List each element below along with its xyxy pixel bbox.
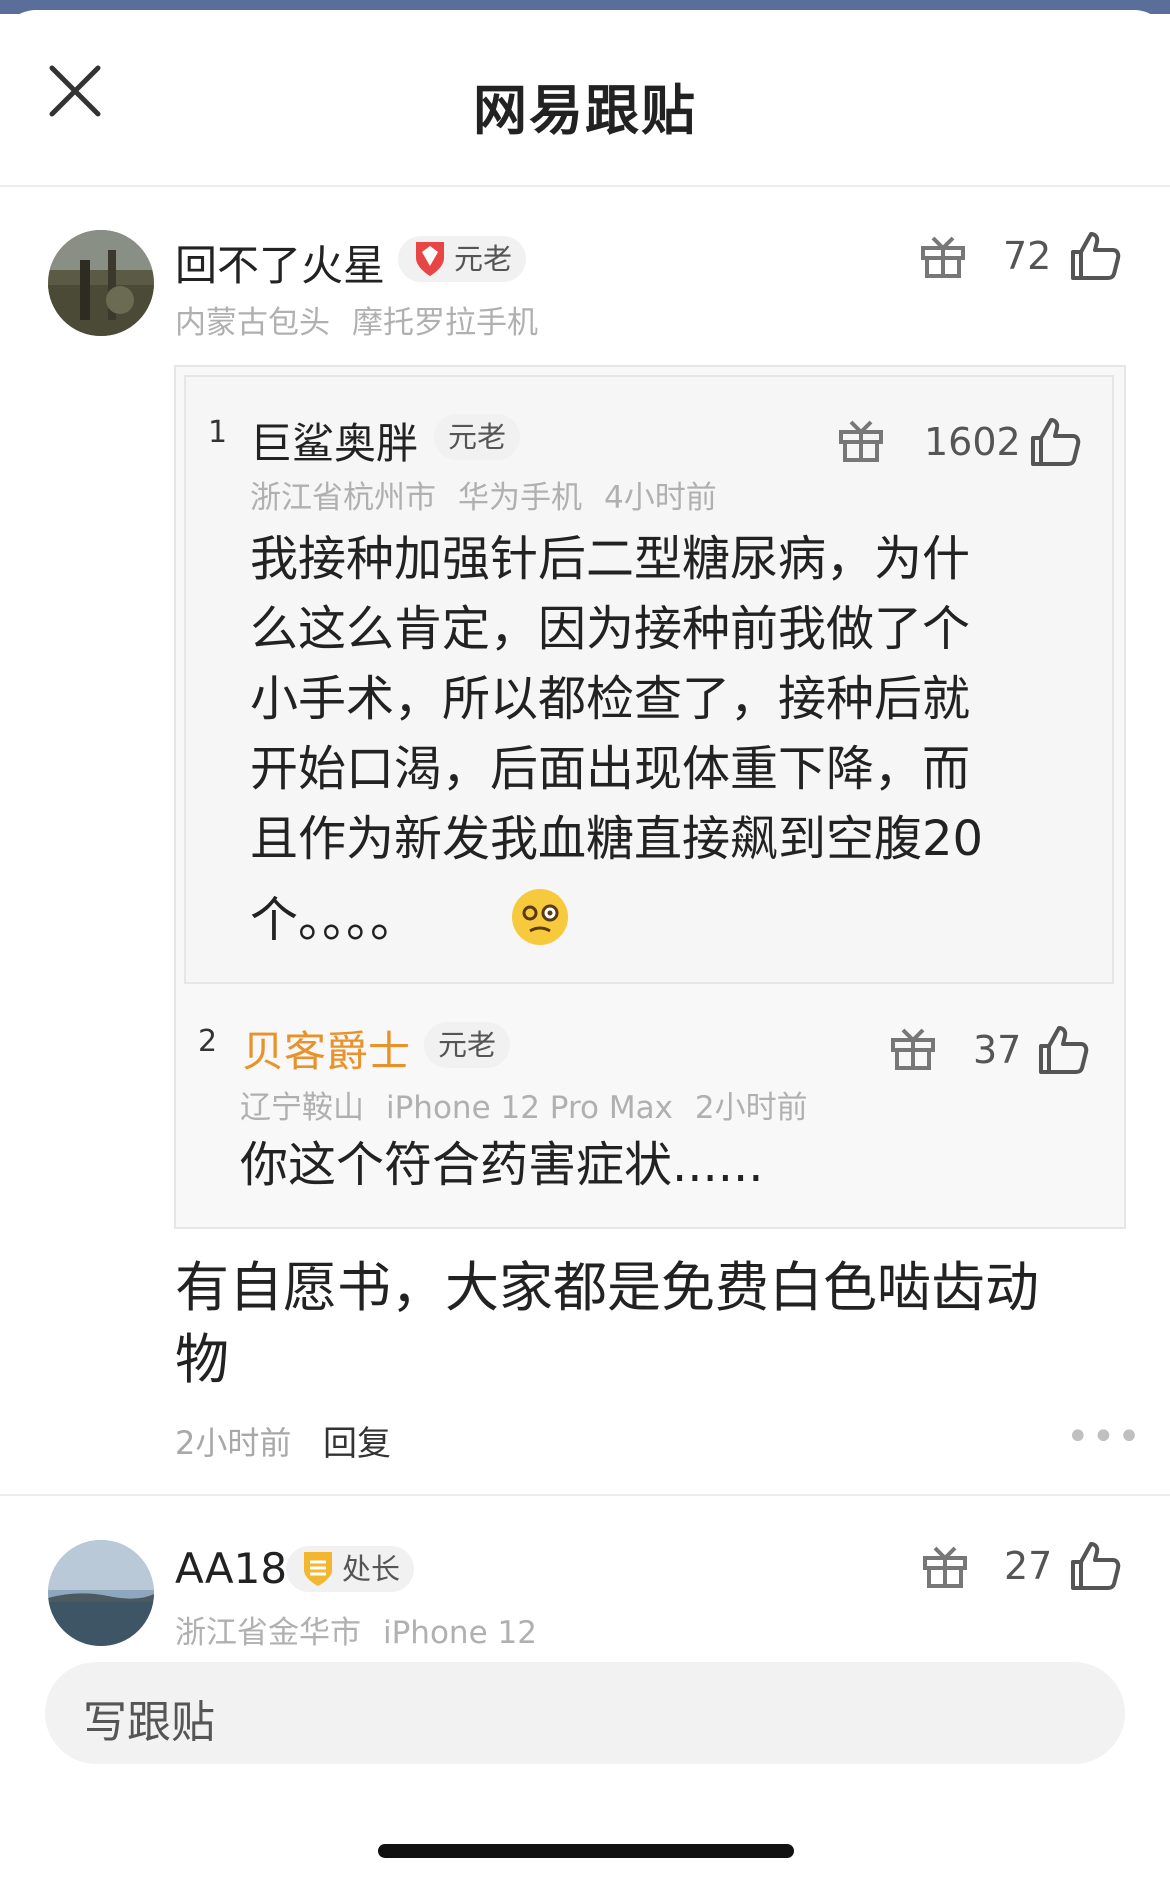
timestamp: 4小时前 bbox=[604, 480, 717, 516]
location: 内蒙古包头 bbox=[175, 305, 330, 341]
timestamp: 2小时前 bbox=[175, 1424, 292, 1462]
gift-icon[interactable] bbox=[920, 1542, 970, 1592]
like-count: 1602 bbox=[924, 420, 1021, 464]
text-line: 且作为新发我血糖直接飙到空腹20 bbox=[250, 811, 984, 867]
comment-text: 有自愿书，大家都是免费白色啮齿动 物 bbox=[175, 1252, 1095, 1396]
compose-placeholder: 写跟贴 bbox=[83, 1697, 215, 1748]
text-line: 个。。。。 bbox=[250, 892, 419, 948]
timestamp: 2小时前 bbox=[694, 1090, 808, 1126]
text-line: 我接种加强针后二型糖尿病，为什 bbox=[250, 531, 971, 587]
gift-icon[interactable] bbox=[836, 416, 886, 466]
device: iPhone 12 Pro Max bbox=[386, 1090, 673, 1126]
user-badge: 元老 bbox=[424, 1022, 511, 1068]
dizzy-face-emoji bbox=[512, 889, 568, 945]
shield-badge-icon bbox=[416, 242, 444, 276]
text-line: 开始口渴，后面出现体重下降，而 bbox=[250, 741, 971, 797]
username[interactable]: 回不了火星 bbox=[175, 232, 385, 293]
avatar[interactable] bbox=[48, 230, 154, 336]
floor-number: 2 bbox=[198, 1024, 218, 1059]
user-meta: 浙江省金华市 iPhone 12 bbox=[175, 1607, 559, 1652]
like-count: 72 bbox=[1003, 234, 1052, 278]
compose-input[interactable]: 写跟贴 bbox=[45, 1662, 1125, 1764]
location: 浙江省金华市 bbox=[175, 1615, 361, 1651]
floor-number: 1 bbox=[208, 415, 228, 450]
thumbs-up-icon[interactable] bbox=[1067, 228, 1123, 284]
thumbs-up-icon[interactable] bbox=[1067, 1538, 1123, 1594]
location: 辽宁鞍山 bbox=[240, 1090, 364, 1126]
user-badge: 处长 bbox=[286, 1546, 415, 1592]
text-line: 物 bbox=[175, 1328, 229, 1391]
avatar[interactable] bbox=[48, 1540, 154, 1646]
rank-badge-icon bbox=[304, 1552, 332, 1586]
quote-text: 你这个符合药害症状...... bbox=[240, 1137, 764, 1193]
username[interactable]: AA18 bbox=[175, 1544, 287, 1593]
badge-label: 元老 bbox=[454, 242, 513, 276]
thumbs-up-icon[interactable] bbox=[1035, 1022, 1091, 1078]
text-line: 有自愿书，大家都是免费白色啮齿动 bbox=[175, 1256, 1039, 1319]
device: 摩托罗拉手机 bbox=[352, 305, 538, 341]
page-title: 网易跟贴 bbox=[473, 79, 697, 142]
user-badge: 元老 bbox=[434, 414, 521, 460]
like-count: 27 bbox=[1004, 1544, 1053, 1588]
more-options-icon[interactable]: ••• bbox=[1066, 1414, 1143, 1460]
thumbs-up-icon[interactable] bbox=[1027, 414, 1083, 470]
device: iPhone 12 bbox=[383, 1615, 537, 1651]
gift-icon[interactable] bbox=[888, 1024, 938, 1074]
divider bbox=[0, 1494, 1170, 1496]
user-meta: 内蒙古包头 摩托罗拉手机 bbox=[175, 297, 560, 342]
location: 浙江省杭州市 bbox=[250, 480, 436, 516]
username[interactable]: 巨鲨奥胖 bbox=[250, 410, 418, 471]
user-meta: 浙江省杭州市 华为手机 4小时前 bbox=[250, 472, 739, 517]
text-line: 么这么肯定，因为接种前我做了个 bbox=[250, 601, 971, 657]
badge-label: 处长 bbox=[342, 1552, 401, 1586]
device: 华为手机 bbox=[458, 480, 582, 516]
like-count: 37 bbox=[973, 1028, 1022, 1072]
user-badge: 元老 bbox=[398, 236, 527, 282]
user-meta: 辽宁鞍山 iPhone 12 Pro Max 2小时前 bbox=[240, 1082, 830, 1127]
home-indicator[interactable] bbox=[378, 1844, 794, 1858]
username[interactable]: 贝客爵士 bbox=[242, 1018, 410, 1079]
text-line: 小手术，所以都检查了，接种后就 bbox=[250, 671, 971, 727]
reply-button[interactable]: 回复 bbox=[323, 1416, 391, 1465]
gift-icon[interactable] bbox=[918, 232, 968, 282]
header: 网易跟贴 bbox=[0, 10, 1170, 187]
quote-text: 我接种加强针后二型糖尿病，为什 么这么肯定，因为接种前我做了个 小手术，所以都检… bbox=[250, 524, 1090, 874]
